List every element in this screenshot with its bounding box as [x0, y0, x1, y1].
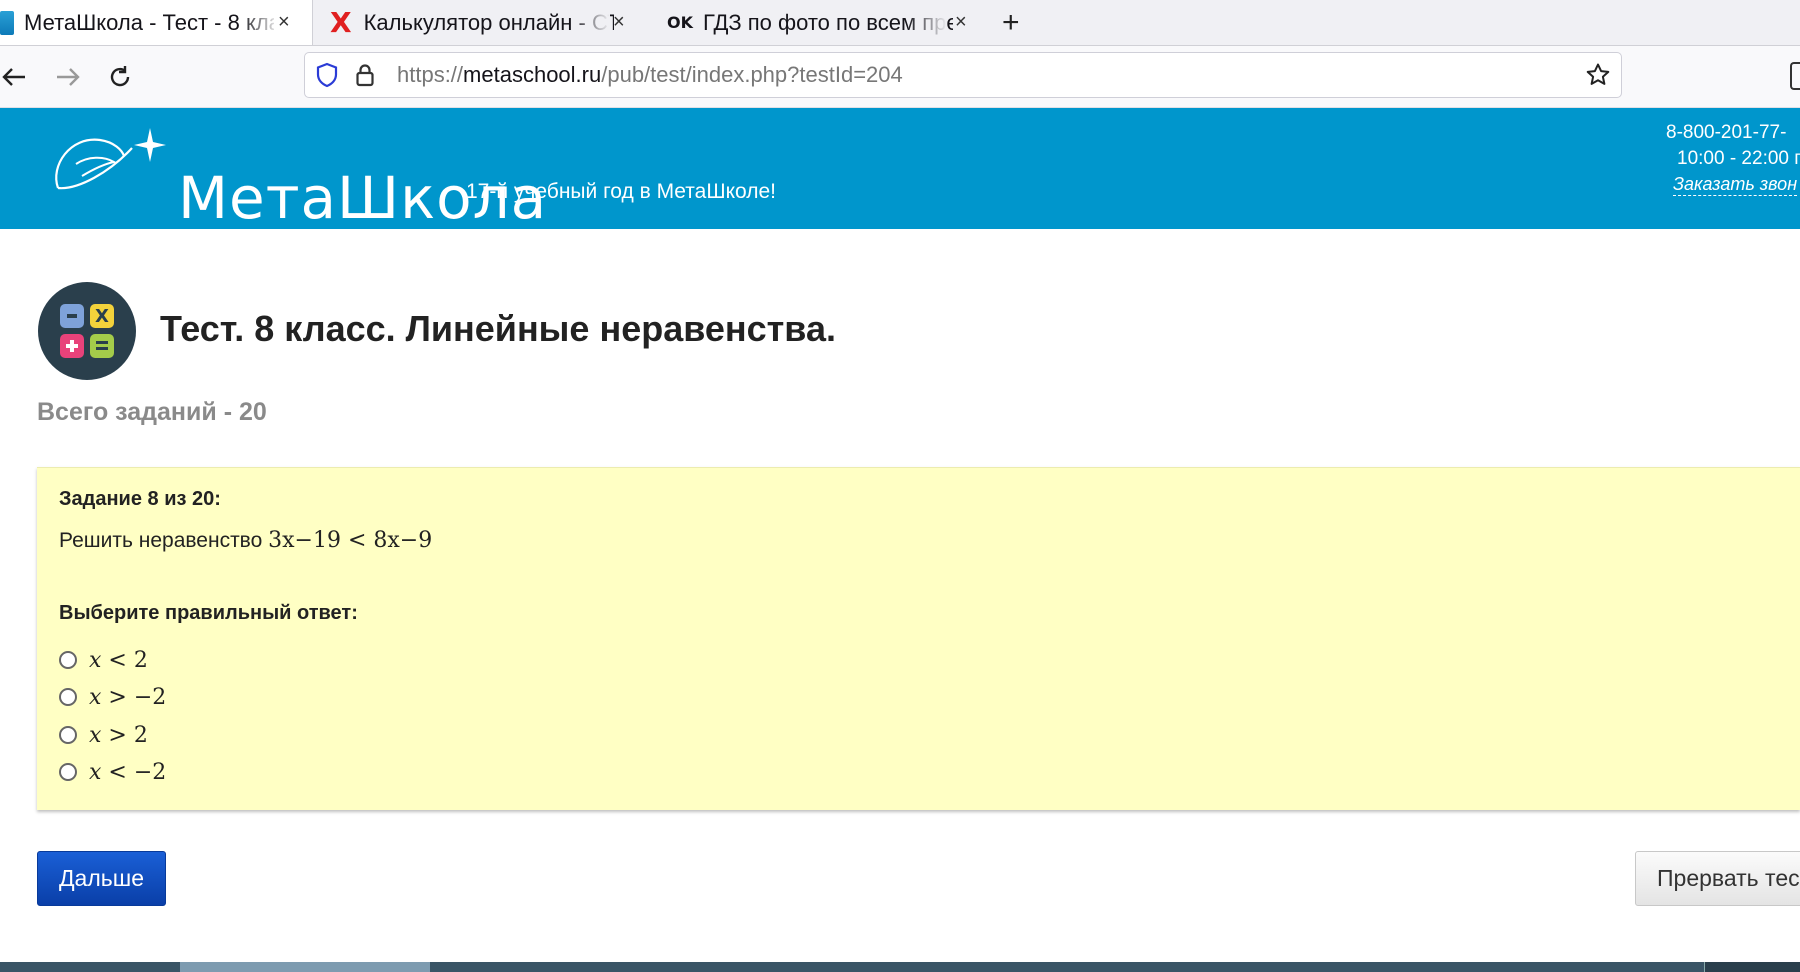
- answer-option-1[interactable]: x < 2: [59, 645, 148, 675]
- tab-metaschool[interactable]: МетаШкола - Тест - 8 класс ×: [0, 0, 313, 45]
- question-heading: Задание 8 из 20:: [59, 488, 221, 510]
- lock-icon[interactable]: [355, 53, 375, 97]
- answer-option-2[interactable]: x > −2: [59, 682, 166, 712]
- choose-answer-label: Выберите правильный ответ:: [59, 602, 358, 624]
- answer-option-4[interactable]: x < −2: [59, 757, 166, 787]
- address-bar[interactable]: https://metaschool.ru/pub/test/index.php…: [304, 52, 1622, 98]
- taskbar-active-item[interactable]: [180, 962, 430, 972]
- shield-icon[interactable]: [315, 53, 339, 97]
- taskbar-corner: [1704, 962, 1800, 972]
- back-arrow-icon[interactable]: [0, 46, 34, 107]
- tab-calculator[interactable]: X Калькулятор онлайн - СТАТ ×: [330, 0, 635, 45]
- header-tagline: 17-й учебный год в МетаШколе!: [466, 180, 777, 203]
- callback-link[interactable]: Заказать звон: [1673, 174, 1798, 196]
- browser-tab-strip: МетаШкола - Тест - 8 класс × X Калькулят…: [0, 0, 1800, 46]
- tab-gdz[interactable]: OK ГДЗ по фото по всем предметам ×: [667, 0, 972, 45]
- dove-star-logo-icon: [55, 128, 166, 190]
- total-tasks: Всего заданий - 20: [37, 398, 267, 426]
- browser-nav-bar: https://metaschool.ru/pub/test/index.php…: [0, 46, 1800, 108]
- question-text: Решить неравенство 3x−19 < 8x−9: [59, 528, 432, 553]
- radio-button[interactable]: [59, 763, 77, 781]
- radio-button[interactable]: [59, 688, 77, 706]
- question-math: 3x−19 < 8x−9: [268, 528, 433, 553]
- radio-button[interactable]: [59, 726, 77, 744]
- site-header: МетаШкола 17-й учебный год в МетаШколе! …: [0, 108, 1800, 229]
- header-phone[interactable]: 8-800-201-77-: [1666, 122, 1786, 144]
- tab-close-icon[interactable]: ×: [955, 0, 967, 45]
- header-hours: 10:00 - 22:00 п: [1677, 148, 1800, 169]
- page-title: Тест. 8 класс. Линейные неравенства.: [160, 308, 836, 349]
- abort-test-button[interactable]: Прервать тест: [1635, 851, 1800, 906]
- answer-option-3[interactable]: x > 2: [59, 720, 148, 750]
- metaschool-favicon-icon: [0, 10, 14, 35]
- red-x-favicon-icon: X: [330, 6, 352, 39]
- next-button[interactable]: Дальше: [37, 851, 166, 906]
- reload-icon[interactable]: [100, 46, 140, 107]
- question-prefix: Решить неравенство: [59, 529, 263, 552]
- ok-favicon-icon: OK: [667, 13, 693, 32]
- tab-close-icon[interactable]: ×: [613, 0, 625, 45]
- tab-title: МетаШкола - Тест - 8 класс: [24, 9, 274, 35]
- url-text[interactable]: https://metaschool.ru/pub/test/index.php…: [397, 53, 903, 97]
- svg-text:X: X: [95, 306, 109, 327]
- tab-close-icon[interactable]: ×: [278, 0, 290, 45]
- forward-arrow-icon[interactable]: [48, 46, 88, 107]
- metaschool-logo[interactable]: МетаШкола: [48, 126, 546, 228]
- new-tab-icon[interactable]: +: [1002, 0, 1020, 45]
- extension-edge-icon[interactable]: [1790, 62, 1800, 90]
- bookmark-star-icon[interactable]: [1585, 53, 1611, 97]
- question-card: Задание 8 из 20: Решить неравенство 3x−1…: [37, 467, 1800, 810]
- calculator-icon: X: [38, 282, 136, 380]
- radio-button[interactable]: [59, 651, 77, 669]
